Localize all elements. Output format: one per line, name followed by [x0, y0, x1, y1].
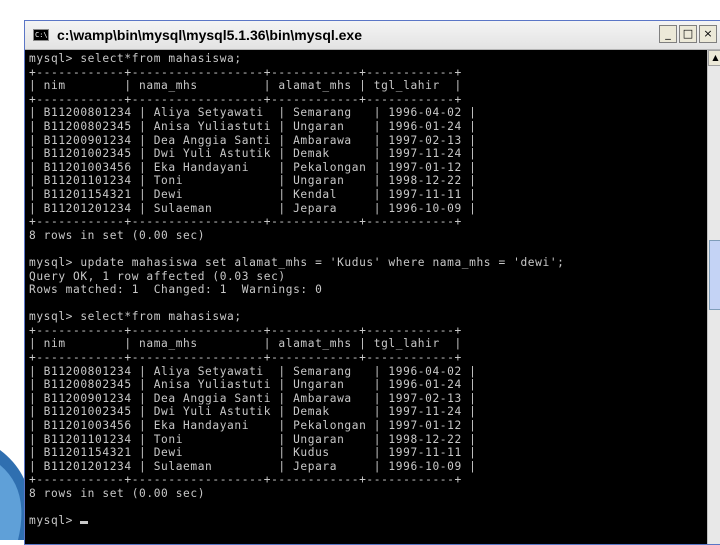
maximize-button[interactable]: □	[679, 25, 697, 43]
console-line: | B11200802345 | Anisa Yuliastuti | Unga…	[29, 119, 477, 133]
console-line: Rows matched: 1 Changed: 1 Warnings: 0	[29, 283, 323, 297]
console-line: +------------+------------------+-------…	[29, 92, 462, 106]
cmd-icon[interactable]: C:\	[33, 29, 49, 41]
text-cursor	[80, 521, 89, 525]
console-line: mysql> select*from mahasiswa;	[29, 310, 242, 324]
console-line: | B11201101234 | Toni | Ungaran | 1998-1…	[29, 432, 477, 446]
console-line: 8 rows in set (0.00 sec)	[29, 228, 206, 242]
console-line: +------------+------------------+-------…	[29, 323, 462, 337]
scroll-up-icon[interactable]: ▲	[708, 50, 720, 66]
window-title: c:\wamp\bin\mysql\mysql5.1.36\bin\mysql.…	[57, 27, 363, 43]
console-line: | B11201002345 | Dwi Yuli Astutik | Dema…	[29, 405, 477, 419]
console-line: | B11200801234 | Aliya Setyawati | Semar…	[29, 364, 477, 378]
console-line: 8 rows in set (0.00 sec)	[29, 487, 206, 500]
console-line: | B11200901234 | Dea Anggia Santi | Amba…	[29, 391, 477, 405]
console-line: +------------+------------------+-------…	[29, 351, 462, 365]
title-bar[interactable]: C:\ c:\wamp\bin\mysql\mysql5.1.36\bin\my…	[25, 21, 720, 50]
console-text: mysql> select*from mahasiswa; +----------…	[27, 51, 707, 528]
console-line: | B11201003456 | Eka Handayani | Pekalon…	[29, 419, 477, 433]
console-line: | nim | nama_mhs | alamat_mhs | tgl_lahi…	[29, 337, 462, 351]
console-line: | B11201003456 | Eka Handayani | Pekalon…	[29, 160, 477, 174]
console-line: | nim | nama_mhs | alamat_mhs | tgl_lahi…	[29, 79, 462, 93]
console-line: mysql>	[29, 514, 707, 528]
console-line: | B11200802345 | Anisa Yuliastuti | Unga…	[29, 378, 477, 392]
scrollbar-thumb[interactable]	[709, 240, 720, 310]
console-line: mysql> update mahasiswa set alamat_mhs =…	[29, 255, 565, 269]
minimize-button[interactable]: _	[659, 25, 677, 43]
console-line: | B11201201234 | Sulaeman | Jepara | 199…	[29, 201, 477, 215]
console-line: +------------+------------------+-------…	[29, 65, 462, 79]
close-button[interactable]: ×	[699, 25, 717, 43]
console-window[interactable]: C:\ c:\wamp\bin\mysql\mysql5.1.36\bin\my…	[24, 20, 720, 545]
console-output[interactable]: mysql> select*from mahasiswa; +----------…	[27, 51, 707, 544]
console-line: +------------+------------------+-------…	[29, 473, 462, 487]
window-controls: _ □ ×	[659, 25, 717, 43]
console-line: | B11201154321 | Dewi | Kendal | 1997-11…	[29, 187, 477, 201]
console-line: | B11200901234 | Dea Anggia Santi | Amba…	[29, 133, 477, 147]
console-line: | B11201101234 | Toni | Ungaran | 1998-1…	[29, 174, 477, 188]
console-line: +------------+------------------+-------…	[29, 215, 462, 229]
console-line: mysql> select*from mahasiswa;	[29, 52, 242, 65]
console-line: | B11201154321 | Dewi | Kudus | 1997-11-…	[29, 446, 477, 460]
console-line: Query OK, 1 row affected (0.03 sec)	[29, 269, 286, 283]
vertical-scrollbar[interactable]: ▲	[707, 50, 720, 544]
console-line: | B11201002345 | Dwi Yuli Astutik | Dema…	[29, 147, 477, 161]
console-line: | B11201201234 | Sulaeman | Jepara | 199…	[29, 459, 477, 473]
console-line: | B11200801234 | Aliya Setyawati | Semar…	[29, 106, 477, 120]
